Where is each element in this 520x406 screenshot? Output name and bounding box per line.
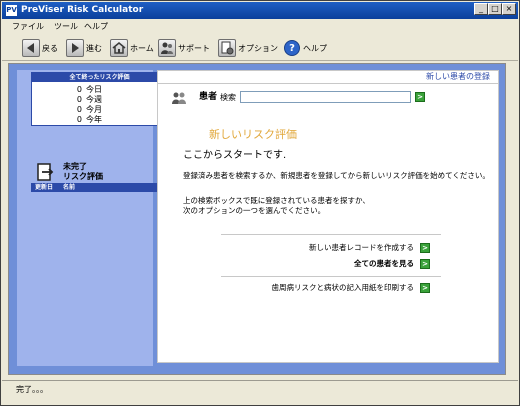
view-all-patients-go-button[interactable]: > xyxy=(420,259,430,269)
stats-header: 全て終ったリスク評価 xyxy=(32,73,167,82)
stat-count: 0 xyxy=(76,105,82,114)
arrow-right-icon[interactable] xyxy=(66,39,84,57)
help-button[interactable]: ヘルプ xyxy=(303,44,327,54)
app-logo-icon: PV xyxy=(6,5,17,16)
instruction-text: 次のオプションの一つを選んでください。 xyxy=(183,206,326,215)
column-name[interactable]: 名前 xyxy=(63,183,75,192)
print-form-go-button[interactable]: > xyxy=(420,283,430,293)
create-patient-record-link[interactable]: 新しい患者レコードを作成する xyxy=(240,243,414,253)
incomplete-list-header: 更新日 名前 xyxy=(31,183,168,192)
minimize-button[interactable]: _ xyxy=(474,3,488,15)
house-icon[interactable] xyxy=(110,39,128,57)
patients-icon xyxy=(171,91,187,105)
stat-label: 今週 xyxy=(86,95,102,104)
arrow-left-icon[interactable] xyxy=(22,39,40,57)
new-assessment-heading: 新しいリスク評価 xyxy=(209,128,297,141)
window-title: PreViser Risk Calculator xyxy=(21,5,144,15)
view-all-patients-link[interactable]: 全ての患者を見る xyxy=(240,259,414,269)
create-patient-record-go-button[interactable]: > xyxy=(420,243,430,253)
search-label: 検索 xyxy=(220,93,236,102)
toolbar: 戻る 進む ホーム サポート オプション ? ヘルプ xyxy=(2,35,518,61)
maximize-button[interactable]: □ xyxy=(488,3,502,15)
menu-bar: ファイル ツール ヘルプ xyxy=(2,20,518,34)
stat-label: 今月 xyxy=(86,105,102,114)
patient-label: 患者 xyxy=(199,92,218,102)
stat-label: 今年 xyxy=(86,115,102,124)
people-icon[interactable] xyxy=(158,39,176,57)
menu-tools[interactable]: ツール xyxy=(54,21,78,33)
status-text: 完了。。。 xyxy=(16,385,48,394)
question-icon[interactable]: ? xyxy=(284,40,300,56)
instruction-text: 登録済み患者を検索するか、新規患者を登録してから新しいリスク評価を始めてください… xyxy=(183,171,490,180)
title-bar[interactable]: PV PreViser Risk Calculator xyxy=(2,2,518,19)
instruction-text: 上の検索ボックスで既に登録されている患者を探すか、 xyxy=(183,196,370,205)
gear-icon[interactable] xyxy=(218,39,236,57)
divider xyxy=(157,83,499,84)
divider xyxy=(221,276,441,277)
stat-label: 今日 xyxy=(86,85,102,94)
new-patient-link[interactable]: 新しい患者の登録 xyxy=(426,72,490,82)
support-button[interactable]: サポート xyxy=(178,44,210,54)
home-button[interactable]: ホーム xyxy=(130,44,154,54)
incomplete-assessments-label[interactable]: 未完了 リスク評価 xyxy=(63,162,103,182)
stat-count: 0 xyxy=(76,115,82,124)
completed-stats-box: 全て終ったリスク評価 0 今日 0 今週 0 今月 0 今年 xyxy=(31,72,168,126)
stat-count: 0 xyxy=(76,85,82,94)
menu-file[interactable]: ファイル xyxy=(12,21,44,33)
document-arrow-icon xyxy=(36,162,56,182)
start-here-heading: ここからスタートです. xyxy=(183,150,287,161)
menu-help[interactable]: ヘルプ xyxy=(84,21,108,33)
close-button[interactable]: × xyxy=(502,3,516,15)
column-updated-date[interactable]: 更新日 xyxy=(35,183,53,192)
options-button[interactable]: オプション xyxy=(238,44,278,54)
search-go-button[interactable]: > xyxy=(415,92,425,102)
print-form-link[interactable]: 歯周病リスクと病状の記入用紙を印刷する xyxy=(220,283,415,293)
back-button[interactable]: 戻る xyxy=(42,44,58,54)
status-bar xyxy=(2,380,518,404)
forward-button[interactable]: 進む xyxy=(86,44,102,54)
main-panel xyxy=(157,70,499,363)
divider xyxy=(221,234,441,235)
stat-count: 0 xyxy=(76,95,82,104)
patient-search-input[interactable] xyxy=(240,91,411,103)
